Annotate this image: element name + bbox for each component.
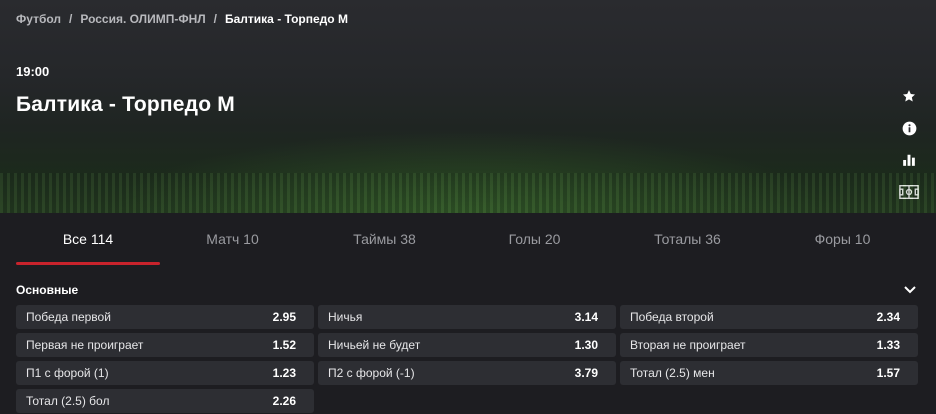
odd-draw[interactable]: Ничья 3.14 (318, 305, 616, 329)
breadcrumb-separator: / (69, 12, 73, 26)
odd-label: Победа второй (630, 310, 714, 324)
odd-coefficient: 2.34 (876, 310, 900, 324)
odd-total-over[interactable]: Тотал (2.5) бол 2.26 (16, 389, 314, 413)
odd-coefficient: 3.14 (574, 310, 598, 324)
favorite-button[interactable] (897, 86, 921, 106)
breadcrumb-item-sport[interactable]: Футбол (16, 12, 61, 26)
tab-totals[interactable]: Тоталы 36 (615, 213, 760, 265)
odd-label: Тотал (2.5) бол (26, 394, 110, 408)
odd-coefficient: 2.95 (272, 310, 296, 324)
odd-no-draw[interactable]: Ничьей не будет 1.30 (318, 333, 616, 357)
odd-coefficient: 1.33 (876, 338, 900, 352)
tab-halves[interactable]: Таймы 38 (312, 213, 457, 265)
odd-label: Первая не проиграет (26, 338, 144, 352)
tab-match[interactable]: Матч 10 (160, 213, 305, 265)
live-field-button[interactable] (897, 182, 921, 202)
tab-all[interactable]: Все 114 (16, 213, 160, 265)
odd-label: Ничья (328, 310, 363, 324)
odd-handicap-away[interactable]: П2 с форой (-1) 3.79 (318, 361, 616, 385)
odd-handicap-home[interactable]: П1 с форой (1) 1.23 (16, 361, 314, 385)
odd-coefficient: 1.30 (574, 338, 598, 352)
breadcrumb-item-match: Балтика - Торпедо М (225, 12, 348, 26)
star-icon (902, 90, 916, 102)
odd-coefficient: 1.52 (272, 338, 296, 352)
odd-coefficient: 3.79 (574, 366, 598, 380)
odd-label: Тотал (2.5) мен (630, 366, 715, 380)
odd-coefficient: 1.57 (876, 366, 900, 380)
section-title: Основные (16, 283, 79, 297)
collapse-toggle[interactable] (900, 280, 920, 300)
odd-label: Ничьей не будет (328, 338, 421, 352)
tab-handicaps[interactable]: Форы 10 (770, 213, 915, 265)
active-tab-indicator (16, 262, 160, 265)
breadcrumb-item-league[interactable]: Россия. ОЛИМП-ФНЛ (80, 12, 205, 26)
odd-away-or-draw[interactable]: Вторая не проиграет 1.33 (620, 333, 918, 357)
match-hero-banner: Футбол / Россия. ОЛИМП-ФНЛ / Балтика - Т… (0, 0, 936, 213)
market-tabs: Все 114 Матч 10 Таймы 38 Голы 20 Тоталы … (0, 213, 936, 265)
field-icon (899, 185, 919, 199)
statistics-button[interactable] (897, 150, 921, 170)
odd-label: П1 с форой (1) (26, 366, 109, 380)
odd-label: Победа первой (26, 310, 111, 324)
section-header-main[interactable]: Основные (16, 280, 920, 300)
info-icon (902, 121, 916, 135)
odd-label: Вторая не проиграет (630, 338, 746, 352)
chevron-down-icon (904, 286, 916, 294)
breadcrumb-separator: / (213, 12, 217, 26)
breadcrumb: Футбол / Россия. ОЛИМП-ФНЛ / Балтика - Т… (16, 12, 348, 26)
odd-label: П2 с форой (-1) (328, 366, 415, 380)
odd-coefficient: 1.23 (272, 366, 296, 380)
match-time: 19:00 (16, 64, 50, 79)
match-title: Балтика - Торпедо М (16, 93, 235, 116)
odd-home-or-draw[interactable]: Первая не проиграет 1.52 (16, 333, 314, 357)
odd-total-under[interactable]: Тотал (2.5) мен 1.57 (620, 361, 918, 385)
odd-away-win[interactable]: Победа второй 2.34 (620, 305, 918, 329)
odd-home-win[interactable]: Победа первой 2.95 (16, 305, 314, 329)
stats-icon (903, 154, 915, 166)
info-button[interactable] (897, 118, 921, 138)
odd-coefficient: 2.26 (272, 394, 296, 408)
tab-goals[interactable]: Голы 20 (462, 213, 607, 265)
